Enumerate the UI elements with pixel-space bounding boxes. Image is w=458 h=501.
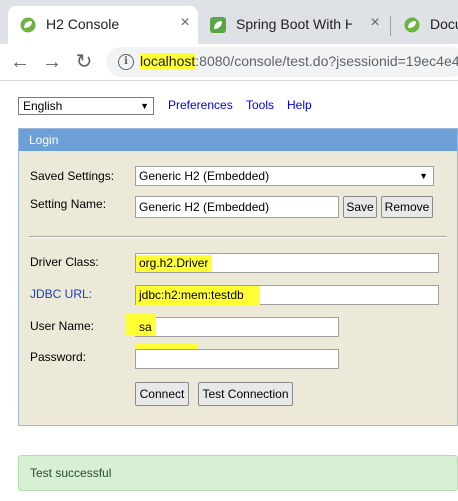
url-path: :8080/console/test.do?jsessionid=19ec4e4: [195, 53, 458, 69]
tools-link[interactable]: Tools: [246, 98, 274, 112]
language-select[interactable]: English ▼: [18, 97, 154, 115]
jdbc-url-value: jdbc:h2:mem:testdb: [139, 288, 244, 302]
remove-button[interactable]: Remove: [381, 196, 433, 218]
tab-strip: H2 Console × Spring Boot With H × Docu: [0, 0, 458, 44]
help-link[interactable]: Help: [287, 98, 312, 112]
user-name-value: sa: [139, 320, 152, 334]
tab-separator: [390, 16, 391, 36]
back-arrow-icon[interactable]: ←: [8, 50, 32, 74]
tab-spring-boot[interactable]: Spring Boot With H ×: [198, 6, 388, 44]
address-bar[interactable]: i localhost:8080/console/test.do?jsessio…: [106, 47, 458, 77]
password-label: Password:: [30, 350, 87, 364]
jdbc-url-label[interactable]: JDBC URL:: [30, 287, 92, 301]
forward-arrow-icon[interactable]: →: [40, 50, 64, 74]
tab-title: H2 Console: [46, 16, 120, 32]
reload-icon[interactable]: ↻: [72, 50, 96, 74]
h2-leaf-icon: [20, 17, 36, 33]
test-connection-button[interactable]: Test Connection: [198, 382, 293, 406]
saved-settings-select[interactable]: Generic H2 (Embedded) ▼: [135, 166, 434, 186]
setting-name-field[interactable]: Generic H2 (Embedded): [135, 196, 339, 218]
url-text: localhost:8080/console/test.do?jsessioni…: [140, 53, 458, 69]
preferences-link[interactable]: Preferences: [168, 98, 233, 112]
tab-docs[interactable]: Docu: [392, 6, 458, 44]
save-button[interactable]: Save: [343, 196, 377, 218]
user-name-label: User Name:: [30, 319, 95, 333]
tab-title: Docu: [430, 16, 458, 32]
saved-settings-label: Saved Settings:: [30, 169, 115, 183]
driver-class-field[interactable]: org.h2.Driver: [135, 253, 439, 273]
password-field[interactable]: [135, 349, 339, 369]
browser-toolbar: ← → ↻ i localhost:8080/console/test.do?j…: [0, 44, 458, 81]
driver-class-label: Driver Class:: [30, 255, 99, 269]
url-host: localhost: [140, 53, 196, 69]
login-header: Login: [19, 129, 457, 151]
jdbc-url-field[interactable]: jdbc:h2:mem:testdb: [135, 285, 439, 305]
info-icon[interactable]: i: [118, 54, 134, 70]
dropdown-arrow-icon: ▼: [140, 101, 149, 111]
close-tab-icon[interactable]: ×: [366, 14, 384, 32]
setting-name-label: Setting Name:: [30, 197, 107, 211]
h2-leaf-icon: [404, 17, 420, 33]
saved-settings-value: Generic H2 (Embedded): [139, 169, 270, 183]
spring-leaf-icon: [210, 17, 226, 33]
driver-class-value: org.h2.Driver: [139, 256, 209, 270]
close-tab-icon[interactable]: ×: [176, 14, 194, 32]
user-name-field[interactable]: sa: [126, 314, 339, 337]
language-value: English: [23, 99, 63, 113]
tab-title: Spring Boot With H: [236, 16, 352, 32]
login-panel: Login Saved Settings: Generic H2 (Embedd…: [18, 128, 458, 426]
section-divider: [29, 236, 447, 238]
connect-button[interactable]: Connect: [135, 382, 189, 406]
dropdown-arrow-icon: ▼: [419, 171, 428, 181]
status-message: Test successful: [18, 455, 458, 491]
tab-h2-console[interactable]: H2 Console ×: [8, 6, 198, 44]
